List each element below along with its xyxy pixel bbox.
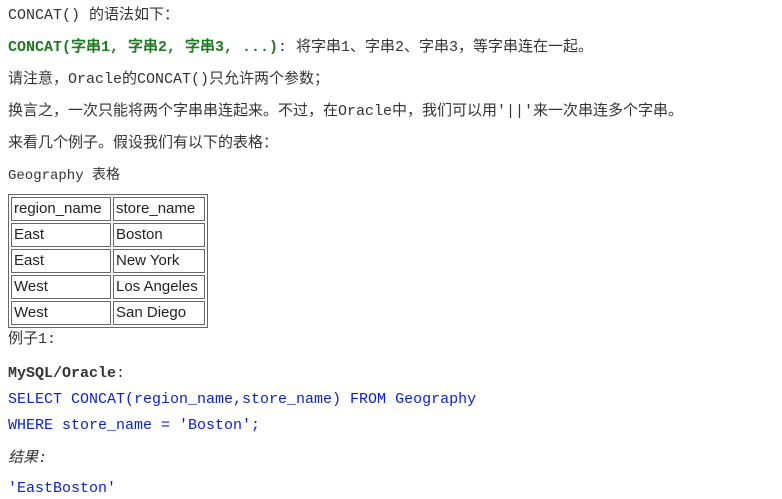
db-label-line: MySQL/Oracle: <box>8 364 125 384</box>
geography-table: region_name store_name East Boston East … <box>8 194 208 328</box>
intro-line: CONCAT() 的语法如下： <box>8 7 180 24</box>
sql-line-2: WHERE store_name = 'Boston'; <box>8 417 261 434</box>
table-cell: West <box>11 301 111 325</box>
table-cell: San Diego <box>113 301 205 325</box>
header-region-name: region_name <box>11 197 111 221</box>
db-label: MySQL/Oracle <box>8 365 117 382</box>
table-cell: Los Angeles <box>113 275 205 299</box>
table-header-row: region_name store_name <box>11 197 205 221</box>
example-intro-line: 来看几个例子。假设我们有以下的表格： <box>8 135 279 152</box>
note-line-2: 换言之，一次只能将两个字串串连起来。不过，在Oracle中，我们可以用'||'来… <box>8 103 684 120</box>
table-cell: New York <box>113 249 205 273</box>
table-cell: East <box>11 249 111 273</box>
result-value: 'EastBoston' <box>8 480 117 497</box>
header-store-name: store_name <box>113 197 205 221</box>
syntax-code: CONCAT(字串1, 字串2, 字串3, ...) <box>8 39 279 56</box>
table-row: East Boston <box>11 223 205 247</box>
result-label: 结果: <box>8 450 48 467</box>
table-cell: East <box>11 223 111 247</box>
table-caption: Geography 表格 <box>8 168 121 184</box>
table-row: East New York <box>11 249 205 273</box>
db-label-colon: : <box>116 365 126 382</box>
syntax-description: : 将字串1、字串2、字串3，等字串连在一起。 <box>278 39 594 56</box>
syntax-line: CONCAT(字串1, 字串2, 字串3, ...): 将字串1、字串2、字串3… <box>8 38 593 58</box>
table-row: West San Diego <box>11 301 205 325</box>
table-cell: Boston <box>113 223 205 247</box>
table-cell: West <box>11 275 111 299</box>
sql-line-1: SELECT CONCAT(region_name,store_name) FR… <box>8 391 477 408</box>
example-1-label: 例子1: <box>8 331 57 348</box>
note-line-1: 请注意，Oracle的CONCAT()只允许两个参数； <box>8 71 330 88</box>
table-row: West Los Angeles <box>11 275 205 299</box>
